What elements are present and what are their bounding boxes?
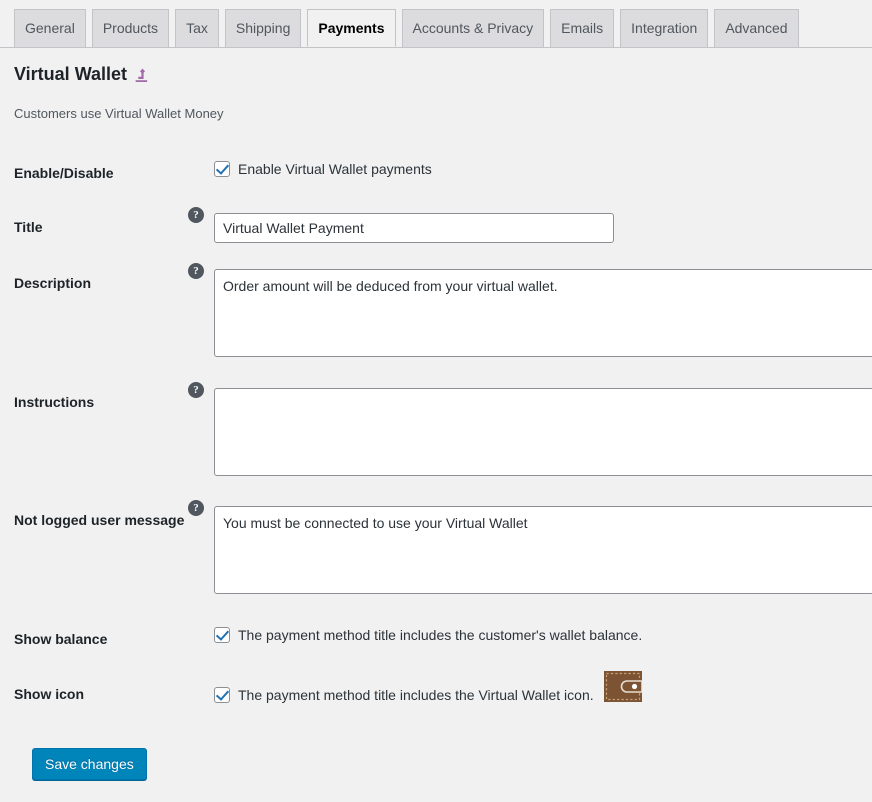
field-enable: Enable Virtual Wallet payments bbox=[214, 146, 872, 200]
tab-emails[interactable]: Emails bbox=[550, 9, 615, 47]
enable-checkbox-label[interactable]: Enable Virtual Wallet payments bbox=[214, 159, 432, 179]
enable-checkbox-text: Enable Virtual Wallet payments bbox=[238, 160, 432, 177]
tab-tax[interactable]: Tax bbox=[175, 9, 219, 47]
label-title: Title bbox=[14, 218, 43, 235]
field-title: ? bbox=[188, 200, 872, 256]
title-input[interactable] bbox=[214, 212, 614, 243]
section-description: Customers use Virtual Wallet Money bbox=[14, 106, 224, 121]
form-row-enable: Enable/Disable Enable Virtual Wallet pay… bbox=[0, 146, 872, 200]
page-title-text: Virtual Wallet bbox=[14, 64, 128, 84]
form-row-show-balance: Show balance The payment method title in… bbox=[0, 612, 872, 666]
show-balance-checkbox-label[interactable]: The payment method title includes the cu… bbox=[214, 625, 642, 645]
page-title: Virtual Wallet bbox=[14, 62, 872, 86]
show-balance-checkbox-text: The payment method title includes the cu… bbox=[238, 627, 643, 644]
label-not-logged-message: Not logged user message bbox=[14, 512, 185, 529]
tab-payments[interactable]: Payments bbox=[307, 9, 396, 47]
save-changes-button[interactable]: Save changes bbox=[32, 747, 147, 780]
tab-accounts-privacy[interactable]: Accounts & Privacy bbox=[401, 9, 545, 47]
show-balance-checkbox[interactable] bbox=[214, 627, 230, 644]
payment-settings-form: Enable/Disable Enable Virtual Wallet pay… bbox=[0, 146, 872, 724]
not-logged-message-textarea[interactable]: You must be connected to use your Virtua… bbox=[214, 506, 872, 595]
instructions-textarea[interactable] bbox=[214, 387, 872, 476]
tab-advanced[interactable]: Advanced bbox=[714, 9, 799, 47]
settings-tab-bar: General Products Tax Shipping Payments A… bbox=[0, 0, 872, 48]
form-row-show-icon: Show icon The payment method title inclu… bbox=[0, 667, 872, 724]
show-icon-checkbox-text: The payment method title includes the Vi… bbox=[238, 687, 594, 704]
form-row-title: Title ? bbox=[0, 200, 872, 256]
form-row-description: Description ? Order amount will be deduc… bbox=[0, 256, 872, 375]
help-icon-title[interactable]: ? bbox=[188, 206, 204, 223]
tab-integration[interactable]: Integration bbox=[620, 9, 709, 47]
enable-checkbox[interactable] bbox=[214, 160, 230, 177]
help-icon-description[interactable]: ? bbox=[188, 262, 204, 279]
section-header: Virtual Wallet Customers use Virtual Wal… bbox=[0, 48, 872, 124]
label-enable: Enable/Disable bbox=[14, 164, 114, 181]
description-textarea[interactable]: Order amount will be deduced from your v… bbox=[214, 268, 872, 357]
wallet-icon bbox=[603, 670, 643, 702]
label-show-icon: Show icon bbox=[14, 685, 84, 702]
field-description: ? Order amount will be deduced from your… bbox=[188, 256, 872, 375]
label-description: Description bbox=[14, 274, 92, 291]
form-row-instructions: Instructions ? bbox=[0, 375, 872, 494]
tab-shipping[interactable]: Shipping bbox=[224, 9, 302, 47]
help-icon-instructions[interactable]: ? bbox=[188, 381, 204, 398]
field-not-logged-message: ? You must be connected to use your Virt… bbox=[188, 493, 872, 612]
field-instructions: ? bbox=[188, 375, 872, 494]
field-show-balance: The payment method title includes the cu… bbox=[214, 612, 872, 666]
form-row-not-logged-message: Not logged user message ? You must be co… bbox=[0, 493, 872, 612]
return-arrow-icon[interactable] bbox=[134, 68, 151, 85]
show-icon-checkbox[interactable] bbox=[214, 687, 230, 704]
tab-general[interactable]: General bbox=[14, 9, 86, 47]
field-show-icon: The payment method title includes the Vi… bbox=[214, 667, 872, 724]
show-icon-checkbox-label[interactable]: The payment method title includes the Vi… bbox=[214, 670, 643, 711]
label-instructions: Instructions bbox=[14, 393, 95, 410]
tab-products[interactable]: Products bbox=[91, 9, 170, 47]
submit-area: Save changes bbox=[0, 724, 872, 780]
label-show-balance: Show balance bbox=[14, 631, 108, 648]
